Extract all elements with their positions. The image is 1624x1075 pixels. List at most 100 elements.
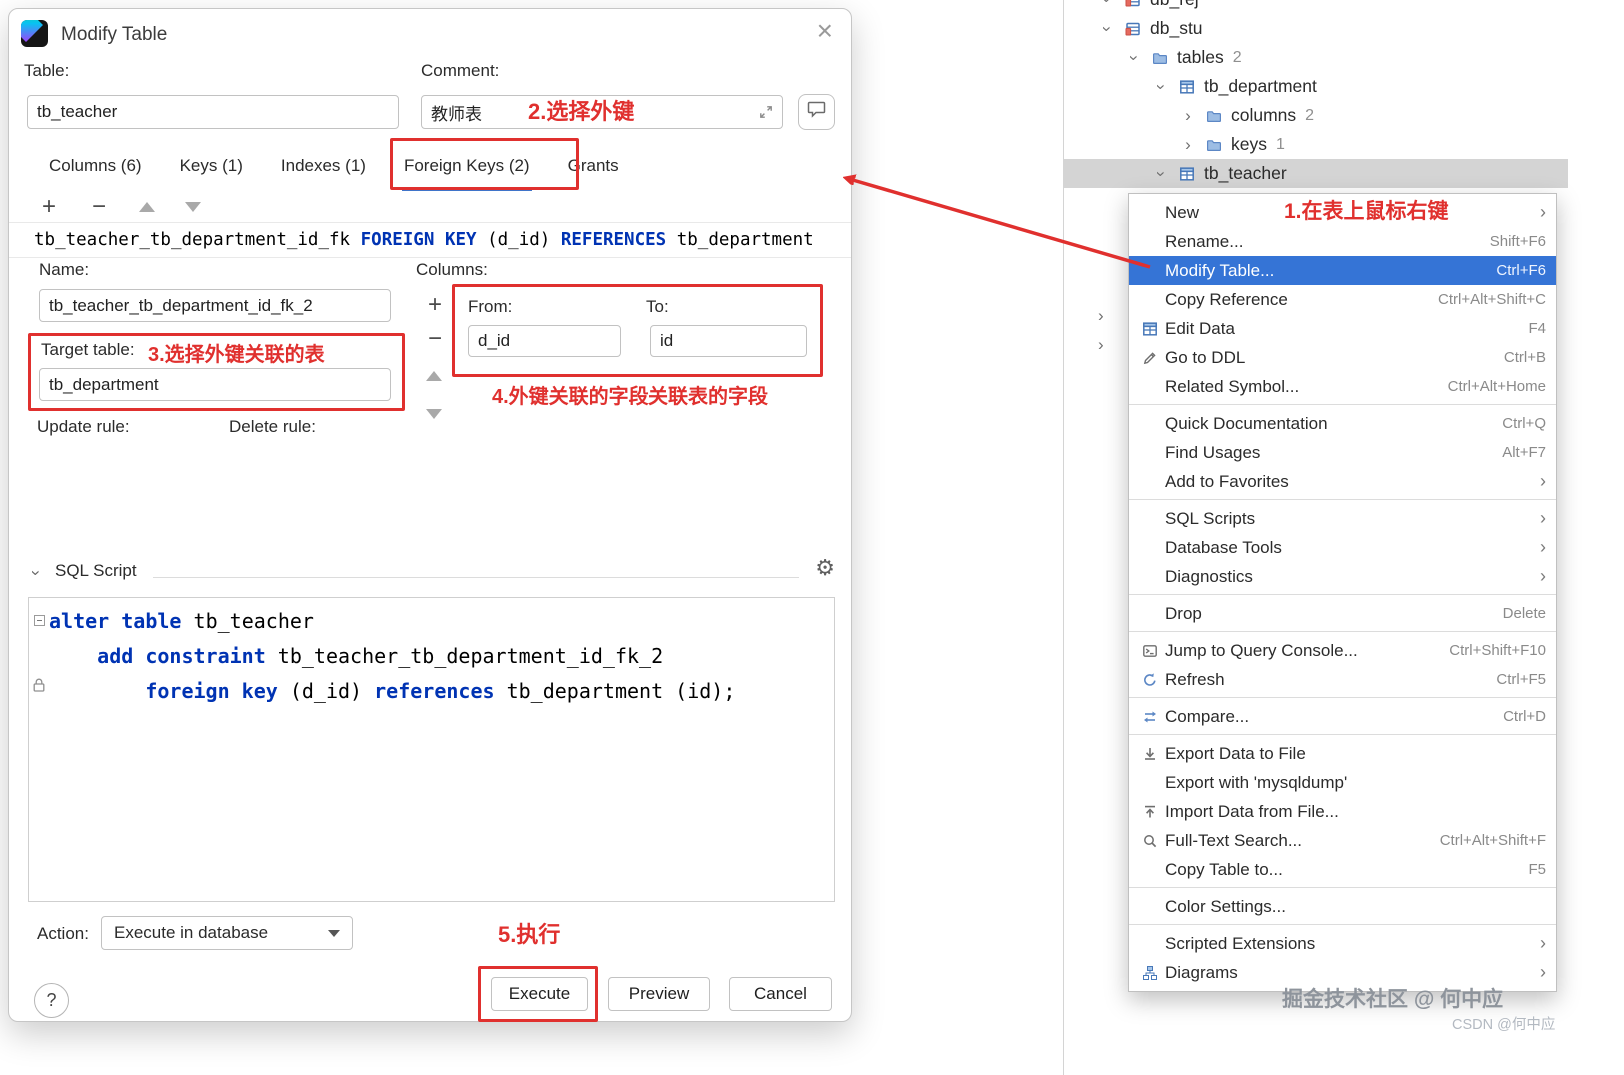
menu-shortcut: Ctrl+Q xyxy=(1502,415,1546,432)
menu-item-find-usages[interactable]: Find Usages Alt+F7 xyxy=(1129,438,1556,467)
target-table-input[interactable]: tb_department xyxy=(39,368,391,401)
preview-button[interactable]: Preview xyxy=(608,977,710,1011)
menu-item-compare[interactable]: Compare... Ctrl+D xyxy=(1129,702,1556,731)
tab-indexes-1[interactable]: Indexes (1) xyxy=(281,141,366,191)
screenshot-stage: Modify Table × Table: Comment: tb_teache… xyxy=(0,0,1624,1075)
update-rule-label: Update rule: xyxy=(37,417,130,436)
chevron-down-icon[interactable]: › xyxy=(1151,80,1171,94)
menu-item-modify-table[interactable]: Modify Table... Ctrl+F6 xyxy=(1129,256,1556,285)
menu-item-go-to-ddl[interactable]: Go to DDL Ctrl+B xyxy=(1129,343,1556,372)
tree-row-keys[interactable]: › keys 1 xyxy=(1064,130,1624,159)
lock-icon xyxy=(33,677,45,696)
menu-item-label: Scripted Extensions xyxy=(1165,933,1316,953)
menu-item-label: Export with 'mysqldump' xyxy=(1165,772,1348,792)
fk-name-value: tb_teacher_tb_department_id_fk_2 xyxy=(49,295,313,315)
chevron-down-icon[interactable]: › xyxy=(1097,22,1117,36)
menu-item-export-with-mysqldump[interactable]: Export with 'mysqldump' xyxy=(1129,768,1556,797)
menu-item-copy-reference[interactable]: Copy Reference Ctrl+Alt+Shift+C xyxy=(1129,285,1556,314)
comment-input[interactable]: 教师表 xyxy=(421,95,783,129)
menu-item-full-text-search[interactable]: Full-Text Search... Ctrl+Alt+Shift+F xyxy=(1129,826,1556,855)
menu-item-scripted-extensions[interactable]: Scripted Extensions › xyxy=(1129,929,1556,958)
console-icon xyxy=(1137,643,1163,659)
menu-shortcut: Alt+F7 xyxy=(1502,444,1546,461)
tab-foreign-keys-2[interactable]: Foreign Keys (2) xyxy=(401,141,532,191)
tree-row-tb-department[interactable]: › tb_department xyxy=(1064,72,1624,101)
chevron-right-icon[interactable]: › xyxy=(1181,135,1195,155)
tree-row-columns[interactable]: › columns 2 xyxy=(1064,101,1624,130)
menu-item-quick-documentation[interactable]: Quick Documentation Ctrl+Q xyxy=(1129,409,1556,438)
fold-marker-icon[interactable] xyxy=(34,615,45,626)
menu-item-add-to-favorites[interactable]: Add to Favorites › xyxy=(1129,467,1556,496)
target-table-value: tb_department xyxy=(49,374,159,394)
tree-row-tables[interactable]: › tables 2 xyxy=(1064,43,1624,72)
execute-button[interactable]: Execute xyxy=(491,977,588,1011)
move-up-icon[interactable] xyxy=(139,202,155,212)
sql-code-line: foreign key (d_id) references tb_departm… xyxy=(29,674,834,709)
gear-icon[interactable]: ⚙ xyxy=(815,555,835,581)
menu-item-diagnostics[interactable]: Diagnostics › xyxy=(1129,562,1556,591)
menu-item-export-data-to-file[interactable]: Export Data to File xyxy=(1129,739,1556,768)
remove-icon[interactable]: − xyxy=(89,195,109,219)
comment-editor-button[interactable] xyxy=(798,94,835,130)
submenu-arrow-icon: › xyxy=(1540,471,1546,491)
move-mapping-down-icon[interactable] xyxy=(426,409,442,419)
columns-label: Columns: xyxy=(416,260,488,279)
sql-keyword: REFERENCES xyxy=(560,230,667,250)
chevron-right-icon[interactable]: › xyxy=(1098,306,1104,326)
cancel-button[interactable]: Cancel xyxy=(729,977,832,1011)
menu-item-drop[interactable]: Drop Delete xyxy=(1129,599,1556,628)
tab-keys-1[interactable]: Keys (1) xyxy=(180,141,243,191)
watermark: 掘金技术社区 @ 何中应 xyxy=(1282,988,1504,1011)
collapse-section-icon[interactable]: › xyxy=(26,570,46,576)
menu-item-refresh[interactable]: Refresh Ctrl+F5 xyxy=(1129,665,1556,694)
expand-icon[interactable] xyxy=(759,105,773,119)
table-name-input[interactable]: tb_teacher xyxy=(27,95,399,129)
submenu-arrow-icon: › xyxy=(1540,508,1546,528)
chevron-right-icon[interactable]: › xyxy=(1181,106,1195,126)
menu-item-sql-scripts[interactable]: SQL Scripts › xyxy=(1129,504,1556,533)
menu-item-label: Add to Favorites xyxy=(1165,471,1289,491)
help-button[interactable]: ? xyxy=(34,983,69,1018)
menu-separator xyxy=(1129,631,1556,632)
sql-keyword: add xyxy=(97,644,134,668)
menu-item-color-settings[interactable]: Color Settings... xyxy=(1129,892,1556,921)
chevron-right-icon[interactable]: › xyxy=(1098,335,1104,355)
menu-item-label: Diagrams xyxy=(1165,962,1238,982)
remove-column-mapping-icon[interactable]: − xyxy=(425,327,445,351)
menu-item-jump-to-query-console[interactable]: Jump to Query Console... Ctrl+Shift+F10 xyxy=(1129,636,1556,665)
close-icon[interactable]: × xyxy=(817,17,833,45)
menu-item-database-tools[interactable]: Database Tools › xyxy=(1129,533,1556,562)
add-column-mapping-icon[interactable]: + xyxy=(425,293,445,317)
tree-row-tb-teacher[interactable]: › tb_teacher xyxy=(1064,159,1568,188)
fk-list-toolbar: + − xyxy=(9,192,201,222)
dialog-tabs: Columns (6) Keys (1) Indexes (1) Foreign Ke… xyxy=(9,141,851,191)
add-icon[interactable]: + xyxy=(39,195,59,219)
menu-item-edit-data[interactable]: Edit Data F4 xyxy=(1129,314,1556,343)
chevron-down-icon[interactable]: › xyxy=(1124,51,1144,65)
from-column-input[interactable]: d_id xyxy=(468,325,621,357)
to-column-input[interactable]: id xyxy=(650,325,807,357)
action-select[interactable]: Execute in database xyxy=(101,916,353,950)
speech-bubble-icon xyxy=(807,101,826,123)
move-mapping-up-icon[interactable] xyxy=(426,371,442,381)
tree-row-label: db_stu xyxy=(1150,18,1203,38)
submenu-arrow-icon: › xyxy=(1540,933,1546,953)
menu-item-new[interactable]: New › xyxy=(1129,198,1556,227)
menu-item-import-data-from-file[interactable]: Import Data from File... xyxy=(1129,797,1556,826)
delete-rule-label: Delete rule: xyxy=(229,417,316,436)
foreign-key-list-row[interactable]: tb_teacher_tb_department_id_fk FOREIGN K… xyxy=(9,222,851,258)
menu-item-rename[interactable]: Rename... Shift+F6 xyxy=(1129,227,1556,256)
fk-name-input[interactable]: tb_teacher_tb_department_id_fk_2 xyxy=(39,289,391,322)
menu-item-copy-table-to[interactable]: Copy Table to... F5 xyxy=(1129,855,1556,884)
sql-code: alter table tb_teacher add constraint tb… xyxy=(29,604,834,709)
section-divider xyxy=(153,577,799,578)
move-down-icon[interactable] xyxy=(185,202,201,212)
sql-editor[interactable]: alter table tb_teacher add constraint tb… xyxy=(28,597,835,902)
tree-row-db-stu[interactable]: › db_stu xyxy=(1064,14,1624,43)
chevron-down-icon[interactable]: › xyxy=(1097,0,1117,7)
menu-item-related-symbol[interactable]: Related Symbol... Ctrl+Alt+Home xyxy=(1129,372,1556,401)
chevron-down-icon[interactable]: › xyxy=(1151,167,1171,181)
tab-grants[interactable]: Grants xyxy=(568,141,619,191)
tree-row-db-rej[interactable]: › db_rej xyxy=(1064,0,1624,14)
tab-columns-6[interactable]: Columns (6) xyxy=(49,141,142,191)
